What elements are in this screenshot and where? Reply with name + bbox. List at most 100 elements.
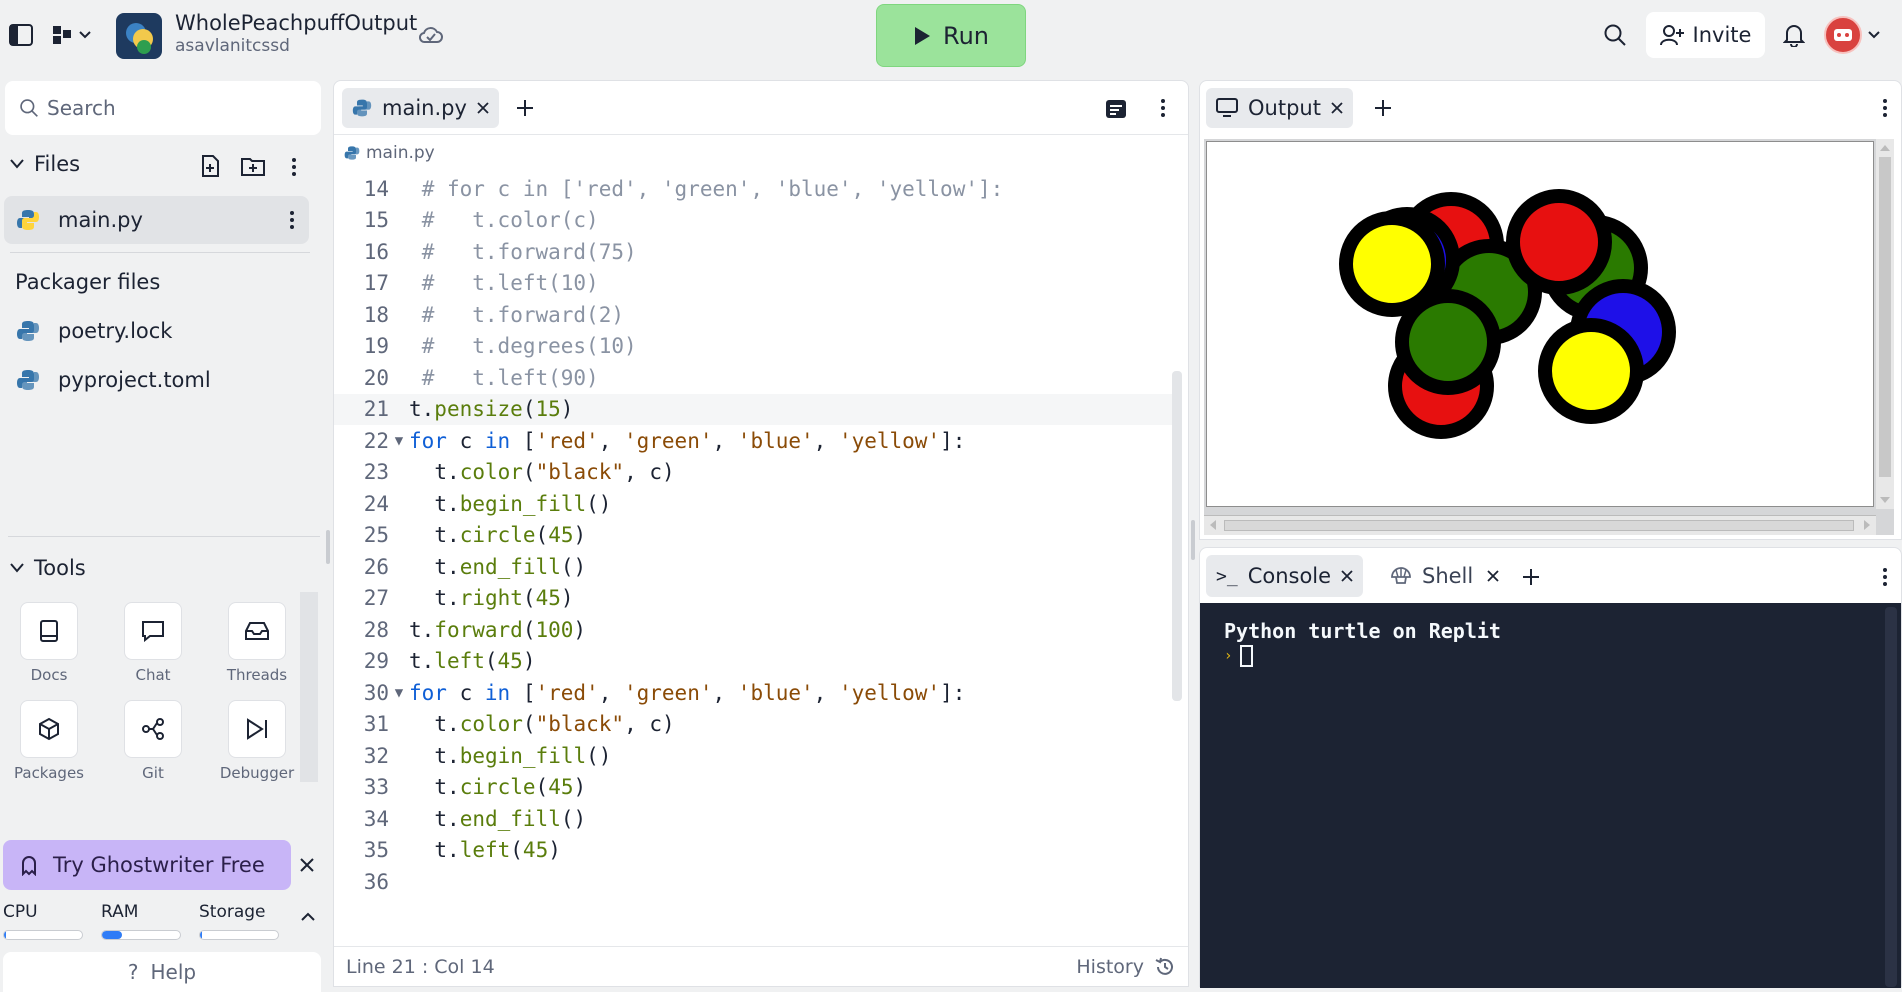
code-line[interactable]: 33 t.circle(45) <box>334 772 1174 804</box>
close-icon[interactable] <box>1331 102 1343 114</box>
close-icon[interactable] <box>1487 570 1499 582</box>
chevron-up-icon[interactable] <box>298 908 318 924</box>
tab-output[interactable]: Output <box>1206 88 1353 128</box>
code-line[interactable]: 26 t.end_fill() <box>334 551 1174 583</box>
code-line[interactable]: 25 t.circle(45) <box>334 520 1174 552</box>
outline-icon[interactable] <box>1104 97 1128 121</box>
canvas-horizontal-scrollbar[interactable] <box>1204 515 1876 535</box>
tool-chat[interactable]: Chat <box>108 602 198 684</box>
run-button[interactable]: Run <box>876 4 1026 67</box>
files-menu-icon[interactable] <box>283 152 305 182</box>
code-line[interactable]: 20 # t.left(90) <box>334 362 1174 394</box>
history-button[interactable]: History <box>1076 956 1176 978</box>
cursor-position[interactable]: Line 21 : Col 14 <box>346 956 495 978</box>
close-icon[interactable] <box>1341 570 1353 582</box>
canvas-vertical-scrollbar[interactable] <box>1876 139 1894 509</box>
fold-toggle-icon[interactable]: ▼ <box>389 685 409 701</box>
files-section-header[interactable]: Files <box>10 152 80 176</box>
tab-shell[interactable]: Shell <box>1386 555 1503 597</box>
tool-threads[interactable]: Threads <box>212 602 302 684</box>
tool-docs[interactable]: Docs <box>4 602 94 684</box>
run-label: Run <box>942 21 990 50</box>
line-number: 32 <box>363 743 389 768</box>
tools-section-header[interactable]: Tools <box>10 556 86 580</box>
fold-toggle-icon[interactable]: ▼ <box>389 433 409 449</box>
file-menu-icon[interactable] <box>281 205 303 235</box>
line-number: 15 <box>363 208 389 233</box>
close-icon[interactable] <box>296 854 318 876</box>
tab-main-py[interactable]: main.py <box>342 88 499 128</box>
scroll-up-icon[interactable] <box>1876 141 1894 155</box>
console-scrollbar[interactable] <box>1885 607 1897 987</box>
turtle-canvas[interactable] <box>1206 141 1874 507</box>
tool-debugger[interactable]: Debugger <box>212 700 302 782</box>
breadcrumb[interactable]: main.py <box>344 143 435 163</box>
console-output[interactable]: Python turtle on Replit › <box>1200 603 1901 988</box>
code-line[interactable]: 19 # t.degrees(10) <box>334 331 1174 363</box>
search-input[interactable] <box>47 96 297 120</box>
chevron-down-icon[interactable] <box>1866 28 1882 42</box>
bell-icon[interactable] <box>1782 22 1806 48</box>
code-line[interactable]: 14 # for c in ['red', 'green', 'blue', 'y… <box>334 173 1174 205</box>
search-icon[interactable] <box>1602 22 1628 48</box>
repl-name[interactable]: WholePeachpuffOutput <box>175 11 417 35</box>
code-text: # t.degrees(10) <box>421 334 637 359</box>
code-line[interactable]: 30 ▼ for c in ['red', 'green', 'blue', 'ye… <box>334 677 1174 709</box>
scroll-right-icon[interactable] <box>1860 516 1874 534</box>
scroll-thumb[interactable] <box>1224 520 1854 531</box>
add-tab-icon[interactable] <box>1520 566 1542 588</box>
code-line[interactable]: 28 t.forward(100) <box>334 614 1174 646</box>
code-line[interactable]: 18 # t.forward(2) <box>334 299 1174 331</box>
add-tab-icon[interactable] <box>514 97 536 119</box>
tab-console[interactable]: >_ Console <box>1206 555 1364 597</box>
cpu-label: CPU <box>3 902 38 922</box>
file-item-poetry-lock[interactable]: poetry.lock <box>4 307 309 355</box>
code-line[interactable]: 35 t.left(45) <box>334 835 1174 867</box>
code-line[interactable]: 37 <box>334 898 1174 902</box>
code-line[interactable]: 31 t.color("black", c) <box>334 709 1174 741</box>
scroll-left-icon[interactable] <box>1206 516 1220 534</box>
close-icon[interactable] <box>477 102 489 114</box>
file-item-main-py[interactable]: main.py <box>4 196 309 244</box>
breadcrumb-file: main.py <box>366 143 435 163</box>
editor-scrollbar[interactable] <box>1172 371 1182 701</box>
code-line[interactable]: 36 <box>334 866 1174 898</box>
help-button[interactable]: ? Help <box>3 952 321 992</box>
scroll-thumb[interactable] <box>1879 157 1891 477</box>
console-prompt[interactable]: › <box>1224 645 1877 667</box>
invite-button[interactable]: Invite <box>1646 12 1765 58</box>
tools-scrollbar[interactable] <box>300 592 318 782</box>
code-line[interactable]: 16 # t.forward(75) <box>334 236 1174 268</box>
pane-resize-handle[interactable] <box>1191 520 1195 560</box>
sidebar-toggle-icon[interactable] <box>8 22 34 48</box>
search-box[interactable] <box>5 81 321 135</box>
new-file-icon[interactable] <box>198 154 222 178</box>
code-editor[interactable]: 14 # for c in ['red', 'green', 'blue', 'y… <box>334 173 1174 901</box>
ghostwriter-button[interactable]: Try Ghostwriter Free <box>3 840 291 890</box>
tool-git[interactable]: Git <box>108 700 198 782</box>
sidebar-resize-handle[interactable] <box>326 530 330 564</box>
console-menu-icon[interactable] <box>1874 562 1896 592</box>
new-folder-icon[interactable] <box>240 154 266 178</box>
code-line[interactable]: 32 t.begin_fill() <box>334 740 1174 772</box>
line-number: 24 <box>363 491 389 516</box>
code-line[interactable]: 17 # t.left(10) <box>334 268 1174 300</box>
output-menu-icon[interactable] <box>1874 93 1896 123</box>
repl-owner[interactable]: asavlanitcssd <box>175 36 290 56</box>
code-line[interactable]: 29 t.left(45) <box>334 646 1174 678</box>
code-line[interactable]: 15 # t.color(c) <box>334 205 1174 237</box>
file-item-pyproject-toml[interactable]: pyproject.toml <box>4 356 309 404</box>
workspace-layout-icon[interactable] <box>48 22 94 48</box>
scroll-down-icon[interactable] <box>1876 493 1894 507</box>
code-line[interactable]: 34 t.end_fill() <box>334 803 1174 835</box>
code-line[interactable]: 22 ▼ for c in ['red', 'green', 'blue', 'ye… <box>334 425 1174 457</box>
avatar[interactable] <box>1824 16 1862 54</box>
add-tab-icon[interactable] <box>1372 97 1394 119</box>
code-line[interactable]: 24 t.begin_fill() <box>334 488 1174 520</box>
code-line[interactable]: 21 t.pensize(15) <box>334 393 1174 425</box>
editor-menu-icon[interactable] <box>1152 93 1174 123</box>
tool-packages[interactable]: Packages <box>4 700 94 782</box>
app-logo[interactable] <box>116 13 162 59</box>
code-line[interactable]: 23 t.color("black", c) <box>334 457 1174 489</box>
code-line[interactable]: 27 t.right(45) <box>334 583 1174 615</box>
